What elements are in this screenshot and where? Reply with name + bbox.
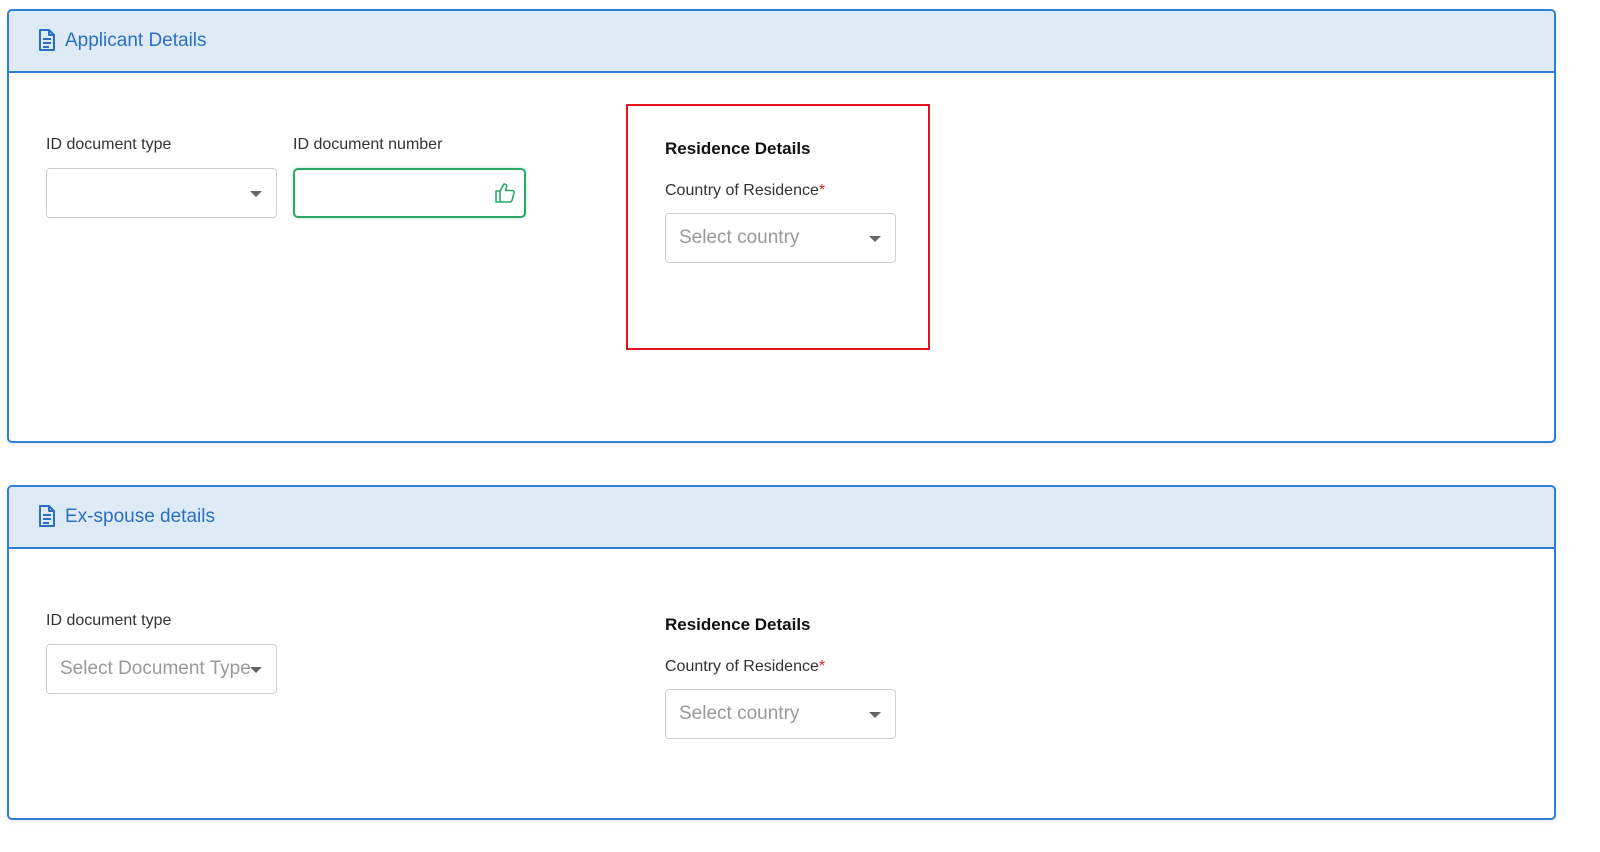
document-type-placeholder: Select Document Type: [60, 658, 250, 679]
required-asterisk: *: [818, 658, 826, 675]
ex-spouse-id-document-type-select[interactable]: Select Document Type: [46, 644, 277, 694]
thumbs-up-icon: [495, 183, 515, 203]
country-of-residence-label-text: Country of Residence: [665, 182, 819, 199]
id-document-type-label: ID document type: [46, 136, 172, 153]
ex-spouse-details-title: Ex-spouse details: [65, 506, 215, 527]
country-placeholder: Select country: [679, 227, 800, 248]
country-placeholder: Select country: [679, 703, 800, 724]
ex-spouse-residence-details-title: Residence Details: [665, 615, 811, 634]
caret-down-icon: [869, 236, 881, 242]
ex-spouse-details-header: Ex-spouse details: [9, 487, 1554, 549]
caret-down-icon: [250, 667, 262, 673]
applicant-details-header: Applicant Details: [9, 11, 1554, 73]
document-icon: [39, 29, 55, 51]
document-icon: [39, 505, 55, 527]
id-document-number-field[interactable]: [293, 168, 526, 218]
ex-spouse-country-of-residence-select[interactable]: Select country: [665, 689, 896, 739]
caret-down-icon: [250, 191, 262, 197]
country-of-residence-label: Country of Residence*: [665, 181, 825, 201]
ex-spouse-id-document-type-label: ID document type: [46, 612, 172, 629]
ex-spouse-country-of-residence-label-text: Country of Residence: [665, 658, 819, 675]
applicant-details-panel: Applicant Details ID document type ID do…: [7, 9, 1556, 443]
id-document-number-label: ID document number: [293, 136, 443, 153]
caret-down-icon: [869, 712, 881, 718]
ex-spouse-details-panel: Ex-spouse details ID document type Selec…: [7, 485, 1556, 820]
required-asterisk: *: [818, 182, 826, 199]
applicant-details-title: Applicant Details: [65, 30, 207, 51]
id-document-type-select[interactable]: [46, 168, 277, 218]
country-of-residence-select[interactable]: Select country: [665, 213, 896, 263]
ex-spouse-country-of-residence-label: Country of Residence*: [665, 657, 825, 677]
id-document-number-input[interactable]: [305, 178, 489, 210]
residence-details-title: Residence Details: [665, 139, 811, 158]
